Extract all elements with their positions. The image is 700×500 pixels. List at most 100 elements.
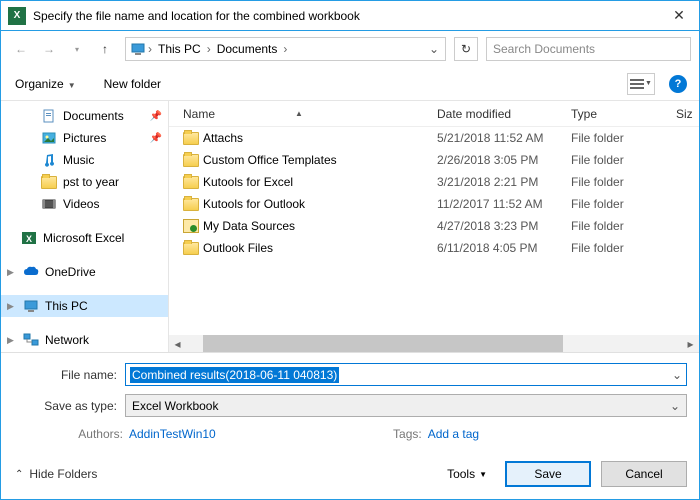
file-rows: Attachs5/21/2018 11:52 AMFile folderCust… bbox=[169, 127, 699, 335]
excel-app-icon: X bbox=[8, 7, 26, 25]
organize-menu[interactable]: Organize▼ bbox=[15, 77, 76, 91]
chevron-up-icon: ⌃ bbox=[15, 469, 23, 480]
file-date: 11/2/2017 11:52 AM bbox=[437, 197, 571, 211]
sidebar-item-onedrive[interactable]: ▶ OneDrive bbox=[1, 261, 168, 283]
data-source-icon bbox=[183, 219, 203, 233]
form-area: File name: Combined results(2018-06-11 0… bbox=[1, 352, 699, 453]
new-folder-button[interactable]: New folder bbox=[104, 77, 161, 91]
pc-icon bbox=[130, 41, 146, 57]
folder-icon bbox=[41, 174, 57, 190]
sidebar-item-thispc[interactable]: ▶ This PC bbox=[1, 295, 168, 317]
file-type: File folder bbox=[571, 197, 676, 211]
file-date: 3/21/2018 2:21 PM bbox=[437, 175, 571, 189]
folder-icon bbox=[183, 242, 203, 255]
footer: ⌃ Hide Folders Tools ▼ Save Cancel bbox=[1, 453, 699, 499]
expand-icon[interactable]: ▶ bbox=[7, 301, 17, 312]
folder-icon bbox=[183, 132, 203, 145]
file-row[interactable]: Kutools for Outlook11/2/2017 11:52 AMFil… bbox=[169, 193, 699, 215]
network-icon bbox=[23, 332, 39, 348]
filename-input[interactable]: Combined results(2018-06-11 040813) ⌄ bbox=[125, 363, 687, 386]
up-button[interactable]: ↑ bbox=[93, 37, 117, 61]
onedrive-icon bbox=[23, 264, 39, 280]
file-date: 5/21/2018 11:52 AM bbox=[437, 131, 571, 145]
sidebar-item-pictures[interactable]: Pictures 📌 bbox=[1, 127, 168, 149]
file-row[interactable]: Custom Office Templates2/26/2018 3:05 PM… bbox=[169, 149, 699, 171]
scroll-thumb[interactable] bbox=[203, 335, 563, 352]
recent-dropdown[interactable]: ▾ bbox=[65, 37, 89, 61]
folder-icon bbox=[183, 198, 203, 211]
documents-icon bbox=[41, 108, 57, 124]
body: Documents 📌 Pictures 📌 Music pst to year… bbox=[1, 101, 699, 352]
pin-icon: 📌 bbox=[150, 133, 162, 144]
back-button[interactable]: ← bbox=[9, 37, 33, 61]
file-row[interactable]: My Data Sources4/27/2018 3:23 PMFile fol… bbox=[169, 215, 699, 237]
window-title: Specify the file name and location for t… bbox=[33, 9, 659, 23]
crumb-documents[interactable]: Documents bbox=[213, 42, 282, 56]
savetype-value: Excel Workbook bbox=[132, 399, 218, 413]
view-options[interactable]: ▼ bbox=[627, 73, 655, 95]
chevron-right-icon[interactable]: › bbox=[146, 42, 154, 56]
col-name[interactable]: Name▲ bbox=[183, 107, 437, 121]
authors-label: Authors: bbox=[69, 427, 123, 441]
refresh-button[interactable]: ↻ bbox=[454, 37, 478, 61]
file-type: File folder bbox=[571, 219, 676, 233]
col-type[interactable]: Type bbox=[571, 107, 676, 121]
hide-folders-button[interactable]: ⌃ Hide Folders bbox=[15, 467, 97, 481]
tags-label: Tags: bbox=[388, 427, 422, 441]
savetype-select[interactable]: Excel Workbook ⌄ bbox=[125, 394, 687, 417]
pin-icon: 📌 bbox=[150, 111, 162, 122]
h-scrollbar[interactable]: ◂ ▸ bbox=[169, 335, 699, 352]
dropdown-icon[interactable]: ⌄ bbox=[670, 399, 680, 413]
sidebar-item-videos[interactable]: Videos bbox=[1, 193, 168, 215]
videos-icon bbox=[41, 196, 57, 212]
search-placeholder: Search Documents bbox=[493, 42, 595, 56]
sidebar-item-music[interactable]: Music bbox=[1, 149, 168, 171]
file-list-panel: Name▲ Date modified Type Siz Attachs5/21… bbox=[169, 101, 699, 352]
music-icon bbox=[41, 152, 57, 168]
save-button[interactable]: Save bbox=[505, 461, 591, 487]
sidebar-item-excel[interactable]: X Microsoft Excel bbox=[1, 227, 168, 249]
file-row[interactable]: Outlook Files6/11/2018 4:05 PMFile folde… bbox=[169, 237, 699, 259]
cancel-button[interactable]: Cancel bbox=[601, 461, 687, 487]
expand-icon[interactable]: ▶ bbox=[7, 267, 17, 278]
chevron-right-icon[interactable]: › bbox=[205, 42, 213, 56]
sidebar: Documents 📌 Pictures 📌 Music pst to year… bbox=[1, 101, 169, 352]
address-bar[interactable]: › This PC › Documents › ⌄ bbox=[125, 37, 446, 61]
close-button[interactable]: ✕ bbox=[659, 1, 699, 30]
file-row[interactable]: Kutools for Excel3/21/2018 2:21 PMFile f… bbox=[169, 171, 699, 193]
search-input[interactable]: Search Documents bbox=[486, 37, 691, 61]
file-name: Kutools for Excel bbox=[203, 175, 437, 189]
excel-icon: X bbox=[21, 230, 37, 246]
authors-value[interactable]: AddinTestWin10 bbox=[129, 427, 216, 441]
scroll-left-icon[interactable]: ◂ bbox=[169, 335, 186, 352]
file-name: Outlook Files bbox=[203, 241, 437, 255]
filename-value: Combined results(2018-06-11 040813) bbox=[130, 367, 339, 383]
nav-row: ← → ▾ ↑ › This PC › Documents › ⌄ ↻ Sear… bbox=[1, 31, 699, 67]
dropdown-icon: ▼ bbox=[479, 470, 487, 479]
crumb-thispc[interactable]: This PC bbox=[154, 42, 205, 56]
file-name: Custom Office Templates bbox=[203, 153, 437, 167]
file-name: Attachs bbox=[203, 131, 437, 145]
file-date: 4/27/2018 3:23 PM bbox=[437, 219, 571, 233]
sidebar-item-documents[interactable]: Documents 📌 bbox=[1, 105, 168, 127]
help-button[interactable]: ? bbox=[669, 75, 687, 93]
address-dropdown[interactable]: ⌄ bbox=[427, 42, 441, 56]
file-date: 6/11/2018 4:05 PM bbox=[437, 241, 571, 255]
dropdown-icon[interactable]: ⌄ bbox=[672, 368, 682, 382]
savetype-label: Save as type: bbox=[13, 399, 125, 413]
tags-value[interactable]: Add a tag bbox=[428, 427, 479, 441]
file-name: Kutools for Outlook bbox=[203, 197, 437, 211]
tools-menu[interactable]: Tools ▼ bbox=[447, 467, 487, 481]
col-size[interactable]: Siz bbox=[676, 107, 699, 121]
folder-icon bbox=[183, 176, 203, 189]
scroll-right-icon[interactable]: ▸ bbox=[682, 335, 699, 352]
col-date[interactable]: Date modified bbox=[437, 107, 571, 121]
sidebar-item-network[interactable]: ▶ Network bbox=[1, 329, 168, 351]
expand-icon[interactable]: ▶ bbox=[7, 335, 17, 346]
chevron-right-icon[interactable]: › bbox=[281, 42, 289, 56]
file-date: 2/26/2018 3:05 PM bbox=[437, 153, 571, 167]
file-row[interactable]: Attachs5/21/2018 11:52 AMFile folder bbox=[169, 127, 699, 149]
save-dialog: X Specify the file name and location for… bbox=[0, 0, 700, 500]
sort-asc-icon: ▲ bbox=[295, 109, 303, 118]
sidebar-item-pst[interactable]: pst to year bbox=[1, 171, 168, 193]
